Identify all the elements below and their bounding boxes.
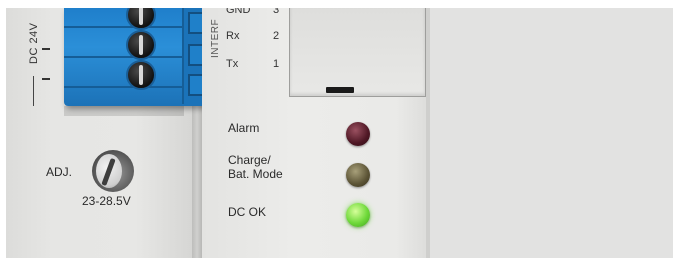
dc-voltage-label: DC 24V [28,22,40,64]
background-panel [430,8,673,258]
alarm-led-icon [346,122,370,146]
device-photo: DC 24V ADJ. 23-28.5V INTERF GND 3 Rx 2 T… [6,8,673,258]
terminal-screw-icon[interactable] [126,30,156,60]
terminal-shadow [64,106,184,116]
pin-number-1: 1 [273,58,280,70]
pin-name-rx: Rx [226,30,240,42]
pin-name-tx: Tx [226,58,239,70]
alarm-label: Alarm [228,121,260,135]
pin-number-3: 3 [273,8,280,16]
dc-ok-led-icon [346,203,370,227]
adjust-label: ADJ. [46,165,73,179]
terminal-screw-icon[interactable] [126,60,156,90]
interface-vertical-label: INTERF [210,18,221,58]
minus-marker-2 [42,78,50,80]
display-window [289,8,426,97]
charge-led-icon [346,163,370,187]
dc-label-line [33,76,34,106]
window-notch [326,87,354,93]
adjust-range-label: 23-28.5V [82,194,131,208]
minus-marker-1 [42,48,50,50]
pin-name-gnd: GND [226,8,251,16]
pin-number-2: 2 [273,30,280,42]
screw-terminal-block[interactable] [64,8,210,106]
charge-bat-mode-label: Charge/ Bat. Mode [228,153,283,181]
module-edge [426,8,430,258]
dc-ok-label: DC OK [228,205,267,219]
